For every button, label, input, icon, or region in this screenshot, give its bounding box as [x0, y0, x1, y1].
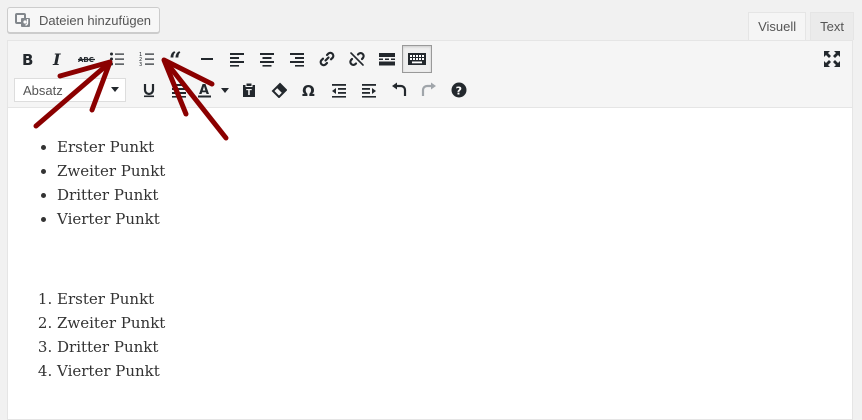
align-right-button[interactable]	[282, 45, 312, 73]
add-media-label: Dateien hinzufügen	[39, 12, 152, 28]
paste-icon: T	[243, 82, 255, 97]
numbered-list: Erster Punkt Zweiter Punkt Dritter Punkt…	[43, 287, 852, 383]
keyboard-icon	[408, 53, 426, 65]
toolbar-toggle-button[interactable]	[402, 45, 432, 73]
list-item: Vierter Punkt	[57, 207, 852, 231]
indent-button[interactable]	[354, 76, 384, 104]
align-center-button[interactable]	[252, 45, 282, 73]
align-center-icon	[260, 53, 274, 67]
clear-formatting-button[interactable]	[264, 76, 294, 104]
strikethrough-button[interactable]: ABC	[72, 45, 102, 73]
italic-button[interactable]: I	[42, 45, 72, 73]
help-button[interactable]: ?	[444, 76, 474, 104]
insert-link-button[interactable]	[312, 45, 342, 73]
paste-text-button[interactable]: T	[234, 76, 264, 104]
align-left-icon	[230, 53, 244, 67]
format-select-value: Absatz	[23, 82, 63, 98]
media-icon	[15, 12, 33, 28]
toolbar-row-2: Absatz A T Ω ?	[12, 76, 474, 104]
more-tag-icon	[379, 53, 395, 66]
special-character-button[interactable]: Ω	[294, 76, 324, 104]
format-select[interactable]: Absatz	[14, 78, 126, 102]
list-item: Dritter Punkt	[57, 183, 852, 207]
undo-button[interactable]	[384, 76, 414, 104]
align-right-icon	[290, 53, 304, 67]
outdent-icon	[332, 84, 346, 98]
editor-tabs: Visuell Text	[748, 12, 854, 40]
list-item: Dritter Punkt	[57, 335, 852, 359]
list-item: Vierter Punkt	[57, 359, 852, 383]
toolbar-row-1: B I ABC 1 2 3	[12, 45, 432, 73]
svg-text:T: T	[246, 88, 252, 97]
read-more-button[interactable]	[372, 45, 402, 73]
help-icon: ?	[451, 82, 467, 98]
blockquote-button[interactable]: “	[162, 45, 192, 73]
numbered-list-button[interactable]: 1 2 3	[132, 45, 162, 73]
list-item: Zweiter Punkt	[57, 159, 852, 183]
indent-icon	[362, 84, 376, 98]
underline-button[interactable]	[134, 76, 164, 104]
underline-icon	[143, 84, 155, 98]
bold-button[interactable]: B	[12, 45, 42, 73]
editor: B I ABC 1 2 3	[7, 40, 853, 420]
fullscreen-icon	[824, 51, 840, 67]
bullet-list-button[interactable]	[102, 45, 132, 73]
bold-icon: B	[22, 51, 33, 67]
bullet-list: Erster Punkt Zweiter Punkt Dritter Punkt…	[43, 135, 852, 231]
remove-link-button[interactable]	[342, 45, 372, 73]
redo-icon	[421, 82, 436, 96]
quote-icon: “	[169, 51, 182, 67]
editor-content[interactable]: Erster Punkt Zweiter Punkt Dritter Punkt…	[8, 108, 852, 419]
add-media-button[interactable]: Dateien hinzufügen	[7, 7, 161, 33]
hr-icon	[201, 58, 213, 60]
editor-toolbar: B I ABC 1 2 3	[8, 41, 852, 108]
numbered-list-icon: 1 2 3	[139, 52, 154, 67]
strikethrough-icon: ABC	[78, 56, 95, 64]
omega-icon: Ω	[302, 82, 315, 98]
svg-text:B: B	[22, 51, 33, 67]
italic-icon: I	[52, 51, 61, 67]
outdent-button[interactable]	[324, 76, 354, 104]
fullscreen-button[interactable]	[822, 49, 842, 69]
text-color-button[interactable]: A	[194, 76, 234, 104]
justify-icon	[172, 84, 186, 98]
align-left-button[interactable]	[222, 45, 252, 73]
list-item: Erster Punkt	[57, 287, 852, 311]
bullet-list-icon	[110, 52, 124, 66]
horizontal-line-button[interactable]	[192, 45, 222, 73]
justify-button[interactable]	[164, 76, 194, 104]
unlink-icon	[349, 52, 365, 66]
text-color-icon: A	[198, 83, 229, 98]
chevron-down-icon	[111, 87, 119, 92]
svg-text:Ω: Ω	[302, 82, 315, 98]
svg-text:?: ?	[456, 85, 462, 98]
svg-text:3: 3	[139, 62, 142, 67]
link-icon	[319, 51, 335, 67]
undo-icon	[392, 82, 407, 96]
svg-text:I: I	[52, 51, 61, 67]
list-item: Erster Punkt	[57, 135, 852, 159]
list-item: Zweiter Punkt	[57, 311, 852, 335]
redo-button[interactable]	[414, 76, 444, 104]
svg-text:“: “	[169, 51, 182, 67]
tab-visual[interactable]: Visuell	[748, 12, 807, 40]
eraser-icon	[271, 82, 287, 98]
tab-text[interactable]: Text	[810, 12, 854, 40]
